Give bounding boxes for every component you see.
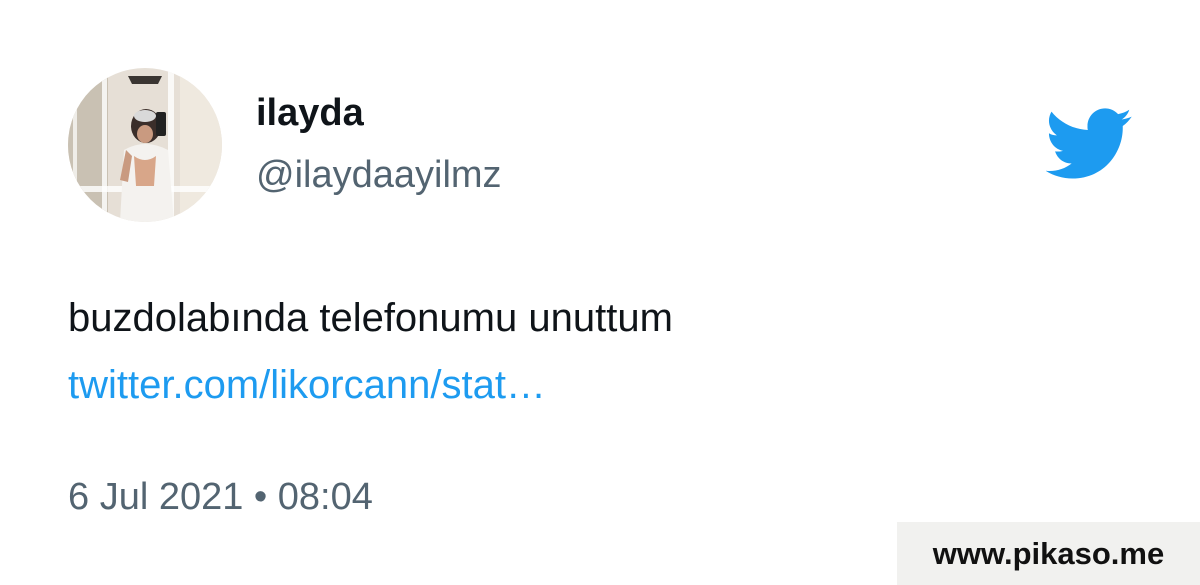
tweet-text: buzdolabında telefonumu unuttum <box>68 296 673 340</box>
watermark: www.pikaso.me <box>897 522 1200 585</box>
tweet-card: ilayda @ilaydaayilmz buzdolabında telefo… <box>0 0 1200 585</box>
tweet-timestamp[interactable]: 6 Jul 2021 • 08:04 <box>68 478 373 516</box>
watermark-text: www.pikaso.me <box>932 536 1165 571</box>
twitter-bird-icon[interactable] <box>1045 108 1134 180</box>
tweet-link[interactable]: twitter.com/likorcann/stat… <box>68 365 546 405</box>
avatar[interactable] <box>68 68 222 222</box>
display-name[interactable]: ilayda <box>256 94 364 132</box>
user-handle[interactable]: @ilaydaayilmz <box>256 156 502 194</box>
